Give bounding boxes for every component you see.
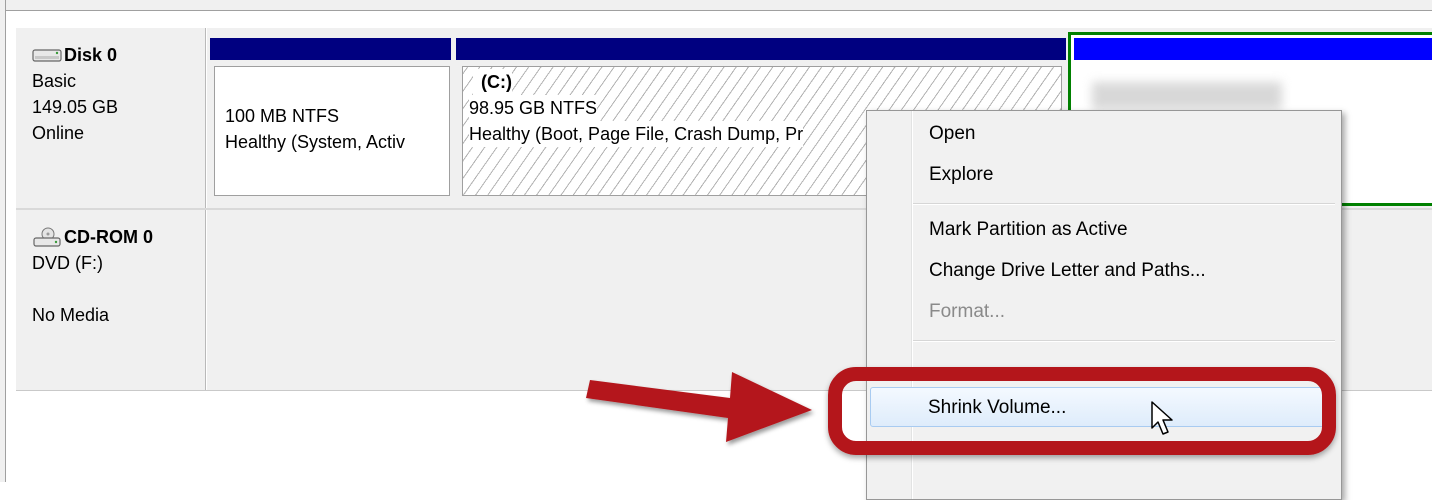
partition-2-header (1074, 38, 1432, 60)
partition-0[interactable]: 100 MB NTFS Healthy (System, Activ (214, 66, 450, 196)
disk-0-label[interactable]: Disk 0 Basic 149.05 GB Online (16, 28, 206, 208)
menu-item-explore[interactable]: Explore (929, 162, 993, 188)
partition-0-size: 100 MB NTFS (225, 106, 340, 126)
cd-rom-icon (33, 227, 61, 247)
menu-item-format[interactable]: Format... (929, 299, 1005, 325)
annotation-arrow-icon (586, 372, 812, 442)
menu-separator (913, 340, 1335, 342)
partition-0-health: Healthy (System, Activ (225, 132, 406, 152)
cd-rom-0-name-row: CD-ROM 0 (32, 224, 205, 250)
window-top-edge (0, 0, 1432, 11)
disk-0-name: Disk 0 (64, 45, 118, 65)
disk-0-status: Online (32, 123, 85, 143)
cd-rom-0-type: DVD (F:) (32, 253, 103, 273)
disk-0-name-row: Disk 0 (32, 42, 205, 68)
disk-0-type: Basic (32, 71, 77, 91)
partition-1-header (456, 38, 1066, 60)
cd-rom-0-name: CD-ROM 0 (64, 227, 153, 247)
mouse-cursor-icon (1151, 401, 1173, 435)
cd-rom-0-status: No Media (32, 305, 110, 325)
partition-1-health: Healthy (Boot, Page File, Crash Dump, Pr (469, 121, 804, 147)
annotation-highlight-ring (828, 367, 1336, 455)
partition-1-size: 98.95 GB NTFS (469, 95, 598, 121)
blurred-partition-info (1092, 82, 1282, 110)
menu-separator (913, 203, 1335, 205)
menu-item-change-drive-letter[interactable]: Change Drive Letter and Paths... (929, 258, 1206, 284)
hard-disk-icon (32, 49, 62, 62)
partition-1-label: (C:) (473, 69, 512, 95)
disk-0-size: 149.05 GB (32, 97, 119, 117)
menu-item-mark-partition-active[interactable]: Mark Partition as Active (929, 217, 1128, 243)
menu-item-open[interactable]: Open (929, 121, 975, 147)
partition-0-header (210, 38, 451, 60)
cd-rom-0-label[interactable]: CD-ROM 0 DVD (F:) No Media (16, 210, 206, 390)
